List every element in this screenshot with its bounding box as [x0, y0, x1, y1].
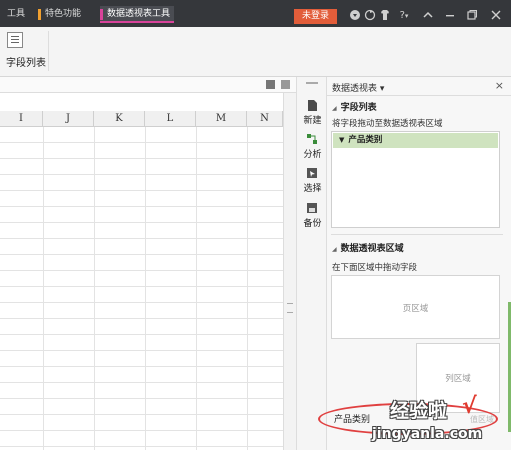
- tab-label: 数据透视表工具: [107, 9, 171, 19]
- vertical-scrollbar[interactable]: [283, 93, 296, 450]
- login-button[interactable]: 未登录: [294, 9, 337, 24]
- pivot-area-section-title[interactable]: ◢ 数据透视表区域: [332, 241, 404, 254]
- tab-tools[interactable]: 工具: [0, 6, 36, 23]
- close-icon[interactable]: [489, 9, 503, 23]
- watermark-url: jingyanla.com: [372, 426, 483, 442]
- tab-label: 特色功能: [45, 9, 82, 19]
- checkmark-icon: √: [462, 394, 477, 419]
- restore-icon[interactable]: [465, 9, 479, 23]
- analysis-icon: [307, 134, 317, 144]
- column-header-k[interactable]: K: [94, 111, 145, 127]
- tab-pivot-table-tools[interactable]: 数据透视表工具: [100, 6, 174, 23]
- field-list-icon[interactable]: [7, 32, 23, 48]
- column-area-label: 列区域: [445, 374, 471, 384]
- pivot-area-hint: 在下面区域中拖动字段: [332, 263, 418, 273]
- ribbon: 字段列表: [0, 27, 511, 77]
- section-title-text: 字段列表: [340, 103, 377, 113]
- cell-grid[interactable]: [0, 127, 283, 450]
- sync-icon[interactable]: [363, 9, 377, 23]
- shirt-icon[interactable]: [378, 9, 392, 23]
- select-label: 选择: [303, 184, 322, 194]
- backup-icon: [307, 203, 317, 213]
- pane-divider: [327, 95, 511, 96]
- field-list-section-title[interactable]: ◢ 字段列表: [332, 100, 377, 113]
- backup-button[interactable]: 备份: [297, 203, 328, 229]
- tab-color-bar: [38, 9, 41, 20]
- strip-grip: [306, 82, 318, 84]
- collapse-triangle-icon: ◢: [332, 246, 337, 253]
- expand-arrow-icon: ▼: [339, 136, 345, 144]
- field-item-product-category[interactable]: ▼ 产品类别: [333, 133, 498, 148]
- column-header-n[interactable]: N: [247, 111, 283, 127]
- field-name: 产品类别: [348, 135, 383, 145]
- analysis-button[interactable]: 分析: [297, 134, 328, 160]
- title-bar: 工具 特色功能 数据透视表工具 未登录 ?▾: [0, 0, 511, 27]
- column-header-i[interactable]: I: [0, 111, 43, 127]
- field-list-box[interactable]: ▼ 产品类别: [331, 131, 500, 228]
- help-icon[interactable]: ?▾: [395, 9, 413, 23]
- new-label: 新建: [303, 116, 322, 126]
- pivot-table-pane: 数据透视表 ▾ × ◢ 字段列表 将字段拖动至数据透视表区域 ▼ 产品类别 ◢ 数据透…: [327, 77, 511, 450]
- pivot-tool-strip: 新建 分析 选择 备份: [296, 77, 327, 450]
- section-divider: [331, 234, 503, 235]
- page-area-drop-zone[interactable]: 页区域: [331, 275, 500, 339]
- tab-color-bar: [100, 9, 103, 20]
- field-list-button-label[interactable]: 字段列表: [6, 54, 46, 69]
- expand-icon[interactable]: [266, 80, 275, 89]
- minimize-icon[interactable]: [443, 9, 457, 23]
- section-title-text: 数据透视表区域: [340, 244, 404, 254]
- arrow-icon[interactable]: [281, 80, 290, 89]
- select-icon: [307, 168, 317, 178]
- select-button[interactable]: 选择: [297, 168, 328, 194]
- collapse-triangle-icon: ◢: [332, 105, 337, 112]
- column-header-m[interactable]: M: [196, 111, 247, 127]
- new-button[interactable]: 新建: [297, 100, 328, 126]
- tab-special-features[interactable]: 特色功能: [38, 6, 94, 23]
- skin-icon[interactable]: [348, 9, 362, 23]
- new-doc-icon: [308, 100, 317, 111]
- scrollbar-grip[interactable]: [287, 303, 293, 313]
- field-list-hint: 将字段拖动至数据透视表区域: [332, 119, 443, 129]
- watermark-logo-text: 经验啦: [390, 400, 448, 422]
- tab-label: 工具: [7, 9, 26, 19]
- formula-bar: [0, 77, 296, 93]
- ribbon-divider: [48, 31, 49, 71]
- page-area-label: 页区域: [402, 304, 429, 314]
- backup-label: 备份: [303, 219, 322, 229]
- collapse-icon[interactable]: [421, 9, 435, 23]
- column-header-l[interactable]: L: [145, 111, 196, 127]
- column-header-j[interactable]: J: [43, 111, 94, 127]
- analysis-label: 分析: [303, 150, 322, 160]
- pane-title-dropdown[interactable]: 数据透视表 ▾: [332, 81, 384, 94]
- close-icon[interactable]: ×: [495, 79, 504, 92]
